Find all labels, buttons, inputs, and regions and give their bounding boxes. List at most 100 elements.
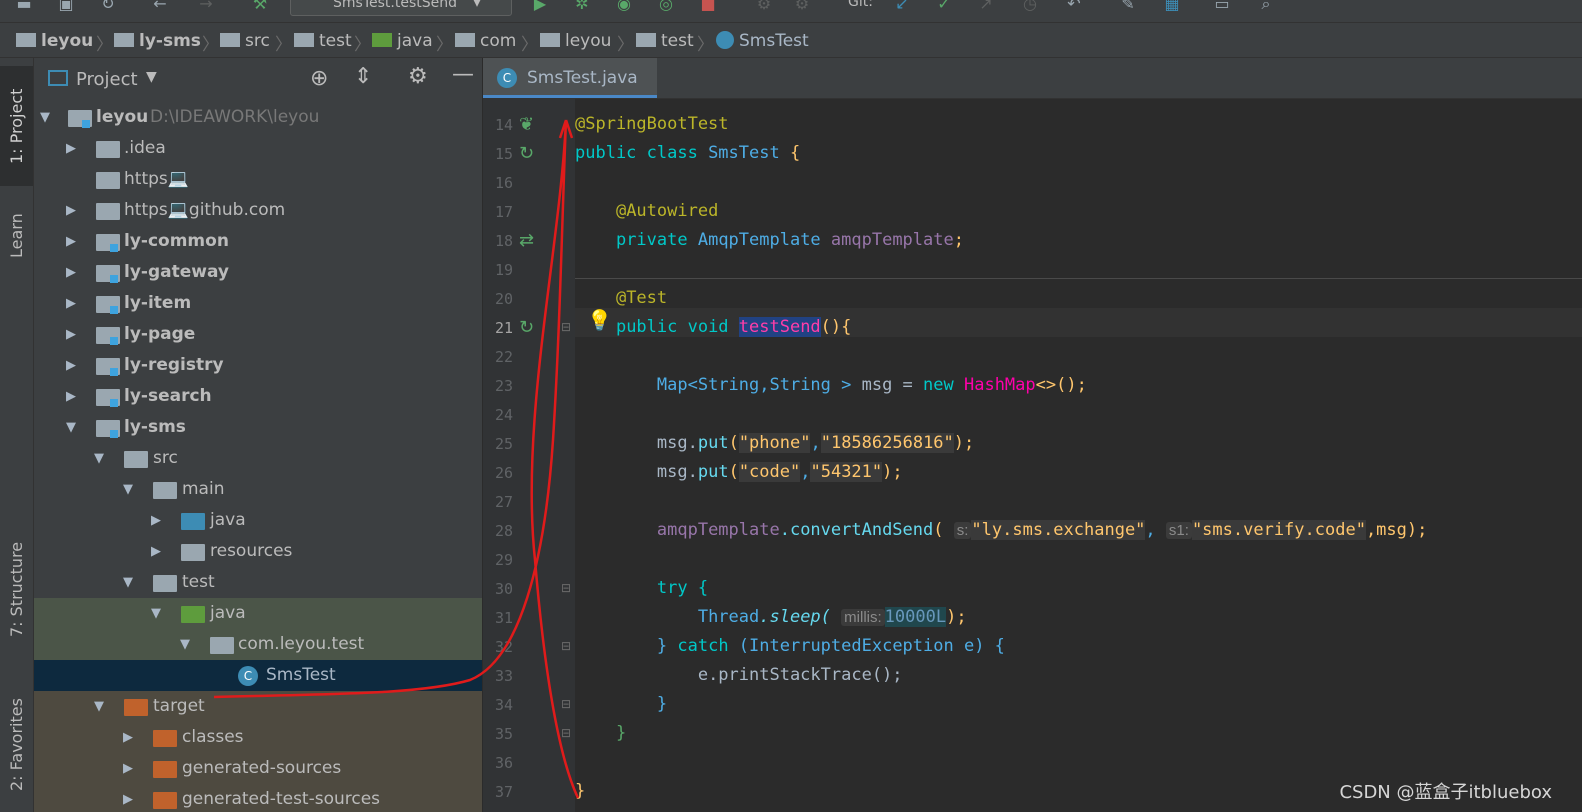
- code-line-23[interactable]: Map<String,String > msg = new HashMap<>(…: [575, 371, 1087, 400]
- breadcrumb-item-com[interactable]: com: [455, 30, 516, 52]
- breadcrumb-item-smstest[interactable]: SmsTest: [716, 30, 809, 52]
- project-view-title[interactable]: Project: [76, 69, 138, 90]
- breadcrumb-item-src[interactable]: src: [220, 30, 270, 52]
- tab-project[interactable]: 1: Project: [0, 66, 33, 186]
- chevron-right-icon[interactable]: ▶: [151, 505, 161, 536]
- tree-item-src[interactable]: ▼ src: [34, 443, 470, 474]
- code-line-33[interactable]: e.printStackTrace();: [575, 661, 903, 690]
- run-icon[interactable]: ▶: [530, 0, 550, 14]
- chevron-down-icon[interactable]: ▼: [180, 629, 190, 660]
- gear-icon[interactable]: ⚙: [408, 64, 428, 89]
- search-icon[interactable]: ⌕: [1256, 0, 1276, 14]
- chevron-right-icon[interactable]: ▶: [151, 536, 161, 567]
- code-line-14[interactable]: @SpringBootTest: [575, 110, 729, 139]
- tree-item-ly-common[interactable]: ▶ ly-common: [34, 226, 470, 257]
- tab-learn[interactable]: Learn: [0, 198, 33, 274]
- chevron-right-icon[interactable]: ▶: [66, 381, 76, 412]
- structure-icon[interactable]: ▦: [1162, 0, 1182, 14]
- breadcrumb-item-leyou-package[interactable]: leyou: [540, 30, 611, 52]
- tree-item-com-leyou-test[interactable]: ▼ com.leyou.test: [34, 629, 482, 660]
- chevron-right-icon[interactable]: ▶: [66, 133, 76, 164]
- chevron-right-icon[interactable]: ▶: [66, 195, 76, 226]
- breadcrumb-item-java[interactable]: java: [372, 30, 433, 52]
- git-commit-icon[interactable]: ✓: [934, 0, 954, 14]
- chevron-right-icon[interactable]: ▶: [123, 753, 133, 784]
- chevron-down-icon[interactable]: ▼: [66, 412, 76, 443]
- code-line-28[interactable]: amqpTemplate.convertAndSend( s: "ly.sms.e…: [575, 516, 1427, 545]
- chevron-right-icon[interactable]: ▶: [66, 257, 76, 288]
- breadcrumb-item-leyou[interactable]: leyou: [16, 30, 93, 52]
- chevron-down-icon[interactable]: ▼: [40, 102, 50, 133]
- locate-icon[interactable]: ⊕: [310, 66, 328, 91]
- git-history-icon[interactable]: ◷: [1020, 0, 1040, 14]
- fold-icon[interactable]: ⊟: [561, 697, 571, 711]
- hide-icon[interactable]: —: [452, 62, 474, 87]
- fold-icon[interactable]: ⊟: [561, 726, 571, 740]
- chevron-down-icon[interactable]: ▼: [146, 69, 157, 85]
- save-icon[interactable]: ▣: [56, 0, 76, 14]
- tree-item-classes[interactable]: ▶ classes: [34, 722, 482, 753]
- code-line-34[interactable]: }: [575, 690, 667, 719]
- breadcrumb-item-ly-sms[interactable]: ly-sms: [114, 30, 201, 52]
- chevron-right-icon[interactable]: ▶: [123, 722, 133, 753]
- tree-item-target[interactable]: ▼ target: [34, 691, 482, 722]
- code-line-17[interactable]: @Autowired: [575, 197, 718, 226]
- chevron-down-icon[interactable]: ▼: [123, 474, 133, 505]
- tree-item-resources[interactable]: ▶ resources: [34, 536, 470, 567]
- tree-item-idea[interactable]: ▶ .idea: [34, 133, 470, 164]
- tree-item-ly-item[interactable]: ▶ ly-item: [34, 288, 470, 319]
- tree-item-generated-test-sources[interactable]: ▶ generated-test-sources: [34, 784, 482, 812]
- tree-item-smstest[interactable]: C SmsTest: [34, 660, 482, 691]
- autowired-bean-icon[interactable]: ⇄: [519, 230, 534, 251]
- settings-icon[interactable]: ⚙: [792, 0, 812, 14]
- run-test-method-icon[interactable]: ↻: [519, 317, 534, 338]
- code-line-35[interactable]: }: [575, 719, 626, 748]
- coverage-icon[interactable]: ◉: [614, 0, 634, 14]
- sync-icon[interactable]: ↻: [98, 0, 118, 14]
- fold-icon[interactable]: ⊟: [561, 639, 571, 653]
- chevron-down-icon[interactable]: ▼: [123, 567, 133, 598]
- tree-item-main-java[interactable]: ▶ java: [34, 505, 470, 536]
- code-line-21[interactable]: public void testSend(){: [575, 313, 851, 342]
- tree-item-leyou[interactable]: ▼ leyou D:\IDEAWORK\leyou: [34, 102, 470, 133]
- code-line-26[interactable]: msg.put("code","54321");: [575, 458, 903, 487]
- code-line-32[interactable]: } catch (InterruptedException e) {: [575, 632, 1005, 661]
- tree-item-ly-registry[interactable]: ▶ ly-registry: [34, 350, 470, 381]
- attach-icon[interactable]: ⚙: [754, 0, 774, 14]
- code-line-18[interactable]: private AmqpTemplate amqpTemplate;: [575, 226, 964, 255]
- code-line-20[interactable]: @Test: [575, 284, 667, 313]
- code-line-30[interactable]: try {: [575, 574, 708, 603]
- chevron-down-icon[interactable]: ▼: [94, 443, 104, 474]
- code-line-37[interactable]: }: [575, 777, 585, 806]
- tab-structure[interactable]: 7: Structure: [0, 528, 33, 650]
- open-folder-icon[interactable]: ▬: [14, 0, 34, 14]
- tree-item-https[interactable]: https💻: [34, 164, 470, 195]
- tab-smstest-java[interactable]: C SmsTest.java ✕: [483, 58, 657, 128]
- tree-item-ly-gateway[interactable]: ▶ ly-gateway: [34, 257, 470, 288]
- git-push-icon[interactable]: ↗: [976, 0, 996, 14]
- breadcrumb-item-test-package[interactable]: test: [636, 30, 694, 52]
- breadcrumb-item-test[interactable]: test: [294, 30, 352, 52]
- tree-item-https-github[interactable]: ▶ https💻github.com: [34, 195, 470, 226]
- rollback-icon[interactable]: ↶: [1064, 0, 1084, 14]
- tree-item-test-java[interactable]: ▼ java: [34, 598, 482, 629]
- tree-item-ly-sms[interactable]: ▼ ly-sms: [34, 412, 470, 443]
- git-update-icon[interactable]: ↙: [892, 0, 912, 14]
- code-line-25[interactable]: msg.put("phone","18586256816");: [575, 429, 974, 458]
- code-line-31[interactable]: Thread.sleep( millis: 10000L);: [575, 603, 967, 632]
- wrench-icon[interactable]: ✎: [1118, 0, 1138, 14]
- forward-icon[interactable]: →: [196, 0, 216, 14]
- tree-item-main[interactable]: ▼ main: [34, 474, 470, 505]
- chevron-right-icon[interactable]: ▶: [66, 319, 76, 350]
- tree-item-generated-sources[interactable]: ▶ generated-sources: [34, 753, 482, 784]
- chevron-down-icon[interactable]: ▼: [151, 598, 161, 629]
- stop-icon[interactable]: ■: [698, 0, 718, 14]
- tab-favorites[interactable]: 2: Favorites: [0, 682, 33, 808]
- tree-item-test[interactable]: ▼ test: [34, 567, 470, 598]
- run-configuration-select[interactable]: SmsTest.testSend ▾: [290, 0, 512, 16]
- chevron-right-icon[interactable]: ▶: [66, 350, 76, 381]
- build-icon[interactable]: ⚒: [250, 0, 270, 14]
- fold-icon[interactable]: ⊟: [561, 320, 571, 334]
- code-line-15[interactable]: public class SmsTest {: [575, 139, 800, 168]
- tree-item-ly-search[interactable]: ▶ ly-search: [34, 381, 470, 412]
